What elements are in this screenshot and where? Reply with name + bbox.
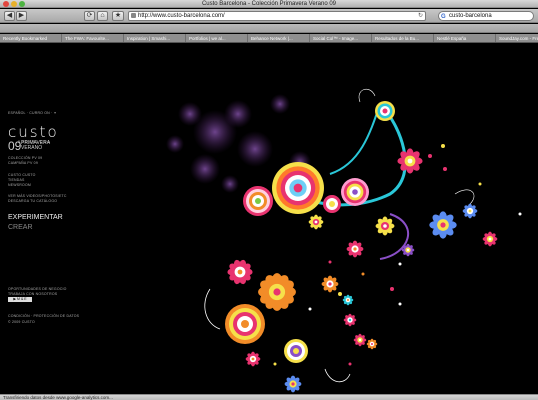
- legal-links[interactable]: CONDICIÓN · PROTECCIÓN DE DATOS: [8, 314, 79, 318]
- newsroom-link[interactable]: NEWSROOM: [8, 183, 31, 187]
- shop-badge[interactable]: ▶ M & E SHOP: [8, 297, 32, 306]
- bookmark-item[interactable]: Apple: [215, 32, 228, 33]
- reload-button[interactable]: ⟳: [84, 11, 95, 21]
- bookmark-item[interactable]: Firefox Help: [40, 32, 67, 33]
- browser-tab[interactable]: The FWA: Favourite...: [62, 34, 124, 42]
- bookmark-item[interactable]: Amnesty ▾: [143, 32, 166, 33]
- home-button[interactable]: ⌂: [97, 11, 108, 21]
- page-content: ESPAÑOL · CURRO ON · ⚭ custo BARCELONA 0…: [0, 44, 538, 394]
- bookmark-item[interactable]: Mis enlaces ▾: [5, 32, 35, 33]
- catalog-link[interactable]: DESCARGA TU CATÁLOGO: [8, 199, 57, 203]
- media-link[interactable]: VER MÁS VIDEOS/PHOTOS/ETC: [8, 194, 67, 198]
- season-number: 09: [8, 139, 22, 153]
- search-engine-icon[interactable]: G: [441, 13, 446, 21]
- crear-link[interactable]: CREAR: [8, 224, 33, 231]
- bookmark-item[interactable]: Noticias ▾: [305, 32, 327, 33]
- experimentar-link[interactable]: EXPERIMENTAR: [8, 214, 63, 221]
- campaign-link[interactable]: CAMPAÑA PV 09: [8, 161, 38, 165]
- address-url: http://www.custo-barcelona.com/: [138, 13, 225, 19]
- bookmark-item[interactable]: Facebook apps ▾: [172, 32, 210, 33]
- browser-toolbar: ◀ ▶ ⟳ ⌂ ★ http://www.custo-barcelona.com…: [0, 9, 538, 23]
- browser-tab[interactable]: Resultados de la Bu...: [372, 34, 434, 42]
- collection-link[interactable]: COLECCIÓN PV 09: [8, 156, 42, 160]
- window-titlebar: Custo Barcelona - Colección Primavera Ve…: [0, 0, 538, 8]
- browser-tab[interactable]: Social Col™ - Image...: [310, 34, 372, 42]
- address-bar[interactable]: http://www.custo-barcelona.com/ ↻: [128, 11, 426, 21]
- forward-button[interactable]: ▶: [16, 11, 27, 21]
- bookmark-item[interactable]: Populares ▾: [331, 32, 357, 33]
- window-title: Custo Barcelona - Colección Primavera Ve…: [201, 1, 337, 7]
- info-link[interactable]: CUSTO CUSTO: [8, 173, 36, 177]
- bookmark-item[interactable]: YouTube: [253, 32, 273, 33]
- bookmark-item[interactable]: Audio ▾: [471, 32, 488, 33]
- site-favicon-icon: [131, 13, 136, 18]
- bookmark-item[interactable]: Grimoff ▾: [363, 32, 383, 33]
- status-bar: Transfiriendo datos desde www.google-ana…: [0, 394, 538, 400]
- browser-tab[interactable]: Nestlé España: [434, 34, 496, 42]
- bookmarks-bar: Mis enlaces ▾ Firefox Help Firefox Support…: [0, 24, 538, 33]
- back-button[interactable]: ◀: [4, 11, 15, 21]
- browser-tab[interactable]: SoundJay.com - Free...: [496, 34, 538, 42]
- search-input[interactable]: G custo-barcelona: [438, 11, 534, 21]
- browser-tab[interactable]: Portfolios | we al...: [186, 34, 248, 42]
- bookmark-item[interactable]: Firefox Support: [72, 32, 106, 33]
- language-links[interactable]: ESPAÑOL · CURRO ON · ⚭: [8, 111, 57, 115]
- bookmark-item[interactable]: Fotoviscoh ▾: [408, 32, 436, 33]
- bookmark-item[interactable]: Servicios ▾: [441, 32, 465, 33]
- browser-tab[interactable]: Recently Bookmarked: [0, 34, 62, 42]
- copyright-text: © 2009 CUSTO: [8, 320, 35, 324]
- bookmark-item[interactable]: Extra ▾: [388, 32, 404, 33]
- jobs-link[interactable]: TRABAJA CON NOSOTROS: [8, 292, 57, 296]
- bookmark-item[interactable]: Wikipedia: [278, 32, 300, 33]
- bookmark-item[interactable]: Inputs ▾: [492, 32, 510, 33]
- bookmark-icon[interactable]: ★: [112, 11, 124, 21]
- bookmark-item[interactable]: Plug-in FAQ: [111, 32, 138, 33]
- tabs-bar: Recently Bookmarked The FWA: Favourite...…: [0, 34, 538, 43]
- address-reload-icon[interactable]: ↻: [418, 12, 423, 20]
- browser-tab[interactable]: Behance Network |...: [248, 34, 310, 42]
- season-label: PRIMAVERA VERANO: [21, 140, 51, 151]
- search-value: custo-barcelona: [449, 13, 492, 19]
- site-sidebar: ESPAÑOL · CURRO ON · ⚭ custo BARCELONA 0…: [8, 44, 88, 394]
- stores-link[interactable]: TIENDAS: [8, 178, 25, 182]
- business-link[interactable]: OPORTUNIDADES DE NEGOCIO: [8, 287, 67, 291]
- bookmark-item[interactable]: Yahoo!: [233, 32, 248, 33]
- browser-tab[interactable]: Inspiration | Smashi...: [124, 34, 186, 42]
